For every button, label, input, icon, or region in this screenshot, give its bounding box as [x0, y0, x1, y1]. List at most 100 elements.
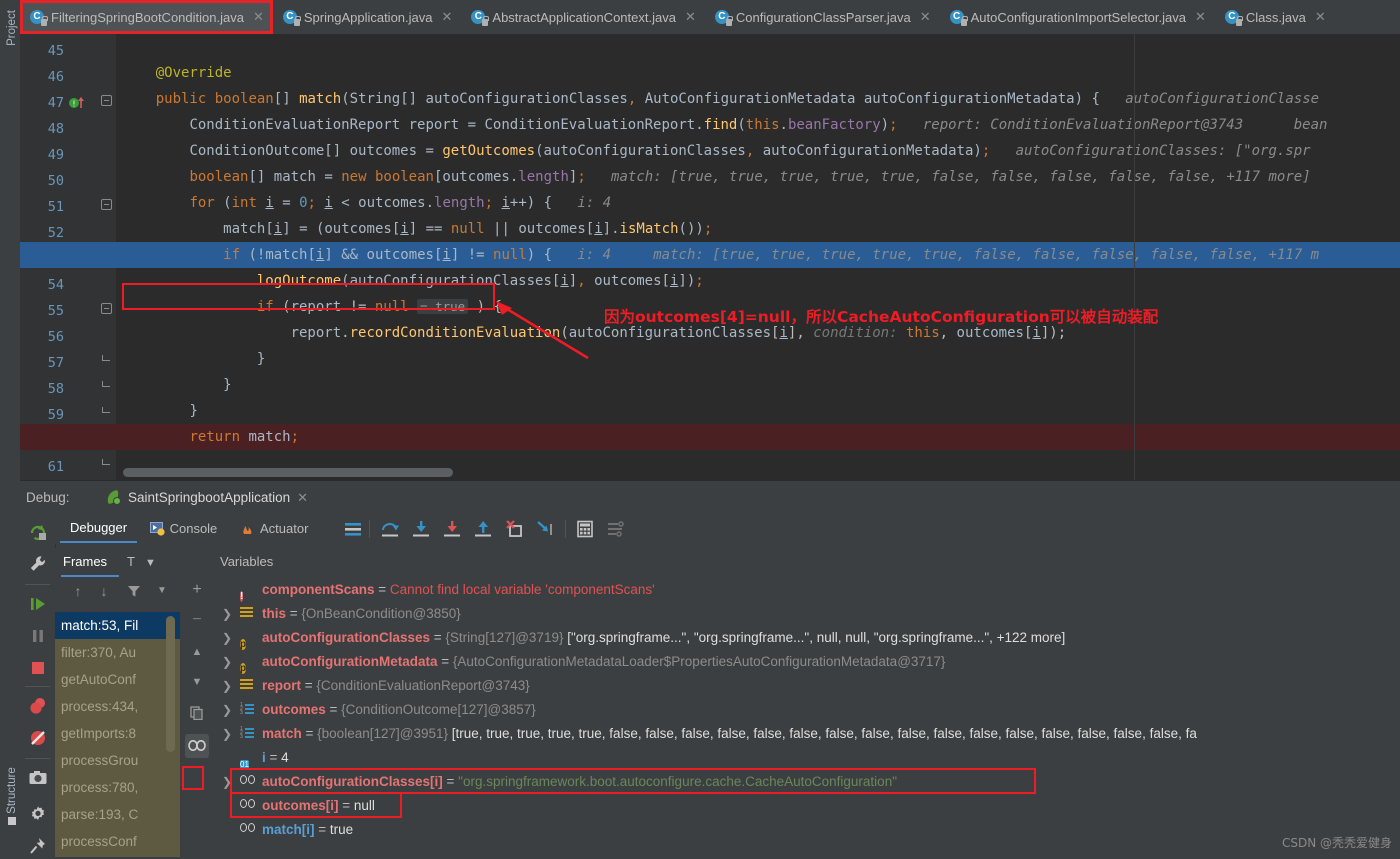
fold-marker-59[interactable]	[101, 407, 112, 418]
code-line-60[interactable]: return match;	[116, 424, 1400, 450]
editor-tab-2[interactable]: C AbstractApplicationContext.java ✕	[461, 0, 704, 34]
code-line-45[interactable]	[116, 34, 1400, 60]
watches-toggle-button[interactable]	[185, 734, 209, 758]
frame-item-8[interactable]: processConf	[55, 828, 180, 855]
expand-arrow-icon[interactable]: ❯	[222, 674, 232, 698]
close-icon[interactable]: ✕	[297, 490, 308, 506]
gutter-line-56[interactable]: 56	[20, 324, 98, 350]
variable-row-10[interactable]: match[i] = true	[212, 818, 1400, 842]
gutter-line-50[interactable]: 50	[20, 168, 98, 194]
fold-marker-58[interactable]	[101, 381, 112, 392]
code-area[interactable]: @Override public boolean[] match(String[…	[116, 34, 1400, 480]
gutter-line-58[interactable]: 58	[20, 376, 98, 402]
step-over-button[interactable]	[380, 519, 400, 539]
stop-button[interactable]	[28, 658, 48, 678]
gutter-line-55[interactable]: 55	[20, 298, 98, 324]
force-step-into-button[interactable]	[442, 519, 462, 539]
variable-row-3[interactable]: ❯ p autoConfigurationMetadata = {AutoConfi…	[212, 650, 1400, 674]
frame-down-arrow-icon[interactable]: ↓	[95, 582, 113, 600]
add-watch-button[interactable]: +	[185, 578, 209, 602]
close-icon[interactable]: ✕	[685, 9, 696, 25]
view-breakpoints-button[interactable]	[28, 696, 48, 716]
frames-thread-label[interactable]: T	[127, 554, 135, 569]
editor-tab-3[interactable]: C ConfigurationClassParser.java ✕	[705, 0, 940, 34]
frame-item-1[interactable]: filter:370, Au	[55, 639, 180, 666]
fold-marker-57[interactable]	[101, 355, 112, 366]
editor-tab-1[interactable]: C SpringApplication.java ✕	[273, 0, 462, 34]
resume-program-button[interactable]	[28, 594, 48, 614]
code-line-47[interactable]: public boolean[] match(String[] autoConf…	[116, 86, 1400, 112]
debug-tab-debugger[interactable]: Debugger	[60, 514, 138, 543]
step-into-button[interactable]	[411, 519, 431, 539]
editor-tab-4[interactable]: C AutoConfigurationImportSelector.java ✕	[940, 0, 1215, 34]
code-line-49[interactable]: ConditionOutcome[] outcomes = getOutcome…	[116, 138, 1400, 164]
layout-settings-button[interactable]	[606, 519, 626, 539]
expand-arrow-icon[interactable]: ❯	[222, 722, 232, 746]
debug-session-tab[interactable]: SaintSpringbootApplication ✕	[98, 481, 317, 516]
variable-row-6[interactable]: ❯ 1 2 3 match = {boolean[127]@3951} [true, t…	[212, 722, 1400, 746]
fold-marker-55[interactable]	[101, 303, 112, 314]
fold-marker-61[interactable]	[101, 459, 112, 470]
rerun-button[interactable]	[28, 522, 48, 542]
copy-icon[interactable]	[185, 702, 209, 726]
run-to-cursor-button[interactable]	[535, 519, 555, 539]
variable-row-4[interactable]: ❯ report = {ConditionEvaluationReport@374…	[212, 674, 1400, 698]
code-line-46[interactable]: @Override	[116, 60, 1400, 86]
step-out-button[interactable]	[473, 519, 493, 539]
gutter-line-49[interactable]: 49	[20, 142, 98, 168]
expand-arrow-icon[interactable]: ❯	[222, 698, 232, 722]
frame-item-2[interactable]: getAutoConf	[55, 666, 180, 693]
frame-item-7[interactable]: parse:193, C	[55, 801, 180, 828]
frame-item-3[interactable]: process:434,	[55, 693, 180, 720]
editor-tab-5[interactable]: C Class.java ✕	[1215, 0, 1335, 34]
drop-frame-button[interactable]	[504, 519, 524, 539]
gutter-line-61[interactable]: 61	[20, 454, 98, 480]
gutter-line-54[interactable]: 54	[20, 272, 98, 298]
fold-marker-47[interactable]	[101, 95, 112, 106]
code-line-57[interactable]: }	[116, 346, 1400, 372]
chevron-down-icon[interactable]: ▼	[153, 582, 171, 600]
gutter-line-57[interactable]: 57	[20, 350, 98, 376]
mute-breakpoints-button[interactable]	[28, 728, 48, 748]
expand-arrow-icon[interactable]: ❯	[222, 650, 232, 674]
run-gutter-icon[interactable]: !	[68, 94, 86, 112]
frame-item-5[interactable]: processGrou	[55, 747, 180, 774]
debug-settings-wrench-icon[interactable]	[28, 554, 48, 574]
code-editor[interactable]: 454647!4849505152535455565758596061 @Ove…	[20, 34, 1400, 480]
gear-icon[interactable]	[28, 804, 48, 824]
code-line-51[interactable]: for (int i = 0; i < outcomes.length; i++…	[116, 190, 1400, 216]
close-icon[interactable]: ✕	[253, 9, 264, 25]
filter-icon[interactable]	[125, 582, 143, 600]
gutter-line-48[interactable]: 48	[20, 116, 98, 142]
code-line-53[interactable]: if (!match[i] && outcomes[i] != null) { …	[116, 242, 1400, 268]
tool-window-structure[interactable]: Structure	[6, 766, 18, 826]
debug-tab-actuator[interactable]: Actuator	[230, 514, 318, 543]
variable-row-7[interactable]: 01 i = 4	[212, 746, 1400, 770]
variable-row-5[interactable]: ❯ 1 2 3 outcomes = {ConditionOutcome[127]@38…	[212, 698, 1400, 722]
frames-scrollbar[interactable]	[166, 616, 175, 752]
close-icon[interactable]: ✕	[920, 9, 931, 25]
frames-list[interactable]: match:53, Fil filter:370, Au getAutoConf pr…	[55, 612, 180, 857]
close-icon[interactable]: ✕	[1195, 9, 1206, 25]
move-down-button[interactable]: ▼	[185, 670, 209, 694]
chevron-down-icon[interactable]: ▼	[145, 557, 156, 569]
gutter-line-47[interactable]: 47!	[20, 90, 98, 116]
gutter-line-45[interactable]: 45	[20, 38, 98, 64]
pause-program-button[interactable]	[28, 626, 48, 646]
editor-horizontal-scrollbar[interactable]	[123, 468, 453, 477]
close-icon[interactable]: ✕	[1315, 9, 1326, 25]
pin-icon[interactable]	[28, 836, 48, 856]
code-line-48[interactable]: ConditionEvaluationReport report = Condi…	[116, 112, 1400, 138]
expand-arrow-icon[interactable]: ❯	[222, 602, 232, 626]
frame-item-4[interactable]: getImports:8	[55, 720, 180, 747]
camera-icon[interactable]	[28, 768, 48, 788]
code-line-58[interactable]: }	[116, 372, 1400, 398]
code-line-52[interactable]: match[i] = (outcomes[i] == null || outco…	[116, 216, 1400, 242]
show-execution-point-button[interactable]	[343, 519, 363, 539]
frame-item-6[interactable]: process:780,	[55, 774, 180, 801]
code-line-50[interactable]: boolean[] match = new boolean[outcomes.l…	[116, 164, 1400, 190]
frame-item-0[interactable]: match:53, Fil	[55, 612, 180, 639]
variable-row-2[interactable]: ❯ p autoConfigurationClasses = {String[127…	[212, 626, 1400, 650]
fold-marker-51[interactable]	[101, 199, 112, 210]
frame-up-arrow-icon[interactable]: ↑	[69, 582, 87, 600]
